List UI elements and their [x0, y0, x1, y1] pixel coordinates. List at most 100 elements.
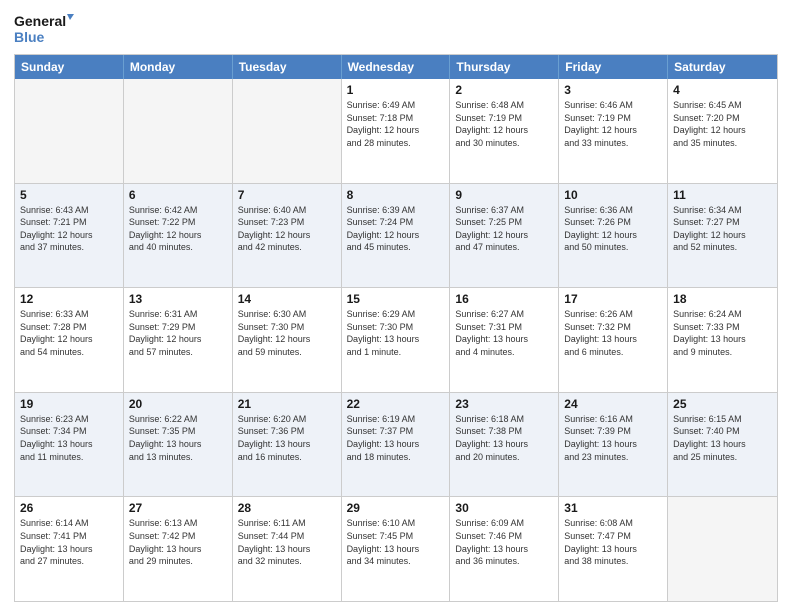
calendar-week-1: 1 Sunrise: 6:49 AM Sunset: 7:18 PM Daylig… — [15, 79, 777, 183]
day-info: Sunrise: 6:20 AM Sunset: 7:36 PM Dayligh… — [238, 413, 336, 463]
empty-cell — [124, 79, 233, 183]
day-info: Sunrise: 6:24 AM Sunset: 7:33 PM Dayligh… — [673, 308, 772, 358]
header: General Blue — [14, 10, 778, 48]
day-number: 13 — [129, 292, 227, 306]
day-number: 18 — [673, 292, 772, 306]
day-info: Sunrise: 6:42 AM Sunset: 7:22 PM Dayligh… — [129, 204, 227, 254]
day-info: Sunrise: 6:43 AM Sunset: 7:21 PM Dayligh… — [20, 204, 118, 254]
day-info: Sunrise: 6:31 AM Sunset: 7:29 PM Dayligh… — [129, 308, 227, 358]
day-number: 15 — [347, 292, 445, 306]
day-cell-29: 29 Sunrise: 6:10 AM Sunset: 7:45 PM Dayli… — [342, 497, 451, 601]
day-info: Sunrise: 6:45 AM Sunset: 7:20 PM Dayligh… — [673, 99, 772, 149]
day-number: 20 — [129, 397, 227, 411]
calendar-header-row: SundayMondayTuesdayWednesdayThursdayFrid… — [15, 55, 777, 79]
day-number: 31 — [564, 501, 662, 515]
day-cell-2: 2Sunrise: 6:48 AM Sunset: 7:19 PM Daylig… — [450, 79, 559, 183]
page: General Blue SundayMondayTuesdayWednesda… — [0, 0, 792, 612]
day-cell-21: 21 Sunrise: 6:20 AM Sunset: 7:36 PM Dayli… — [233, 393, 342, 497]
day-cell-25: 25 Sunrise: 6:15 AM Sunset: 7:40 PM Dayli… — [668, 393, 777, 497]
day-info: Sunrise: 6:39 AM Sunset: 7:24 PM Dayligh… — [347, 204, 445, 254]
day-info: Sunrise: 6:23 AM Sunset: 7:34 PM Dayligh… — [20, 413, 118, 463]
empty-cell — [15, 79, 124, 183]
calendar-week-5: 26Sunrise: 6:14 AM Sunset: 7:41 PM Dayli… — [15, 496, 777, 601]
day-header-wednesday: Wednesday — [342, 55, 451, 79]
day-cell-15: 15Sunrise: 6:29 AM Sunset: 7:30 PM Dayli… — [342, 288, 451, 392]
day-number: 23 — [455, 397, 553, 411]
empty-cell — [233, 79, 342, 183]
day-cell-6: 6Sunrise: 6:42 AM Sunset: 7:22 PM Daylig… — [124, 184, 233, 288]
day-number: 7 — [238, 188, 336, 202]
day-number: 24 — [564, 397, 662, 411]
day-info: Sunrise: 6:40 AM Sunset: 7:23 PM Dayligh… — [238, 204, 336, 254]
day-info: Sunrise: 6:26 AM Sunset: 7:32 PM Dayligh… — [564, 308, 662, 358]
day-info: Sunrise: 6:16 AM Sunset: 7:39 PM Dayligh… — [564, 413, 662, 463]
day-cell-13: 13 Sunrise: 6:31 AM Sunset: 7:29 PM Dayli… — [124, 288, 233, 392]
day-cell-19: 19 Sunrise: 6:23 AM Sunset: 7:34 PM Dayli… — [15, 393, 124, 497]
day-header-saturday: Saturday — [668, 55, 777, 79]
day-info: Sunrise: 6:15 AM Sunset: 7:40 PM Dayligh… — [673, 413, 772, 463]
day-number: 8 — [347, 188, 445, 202]
day-cell-24: 24 Sunrise: 6:16 AM Sunset: 7:39 PM Dayli… — [559, 393, 668, 497]
day-header-sunday: Sunday — [15, 55, 124, 79]
day-number: 26 — [20, 501, 118, 515]
day-number: 1 — [347, 83, 445, 97]
day-info: Sunrise: 6:27 AM Sunset: 7:31 PM Dayligh… — [455, 308, 553, 358]
day-cell-18: 18 Sunrise: 6:24 AM Sunset: 7:33 PM Dayli… — [668, 288, 777, 392]
day-info: Sunrise: 6:34 AM Sunset: 7:27 PM Dayligh… — [673, 204, 772, 254]
day-cell-20: 20 Sunrise: 6:22 AM Sunset: 7:35 PM Dayli… — [124, 393, 233, 497]
empty-cell — [668, 497, 777, 601]
day-info: Sunrise: 6:49 AM Sunset: 7:18 PM Dayligh… — [347, 99, 445, 149]
day-number: 25 — [673, 397, 772, 411]
day-number: 4 — [673, 83, 772, 97]
day-number: 19 — [20, 397, 118, 411]
day-cell-23: 23 Sunrise: 6:18 AM Sunset: 7:38 PM Dayli… — [450, 393, 559, 497]
day-cell-22: 22Sunrise: 6:19 AM Sunset: 7:37 PM Dayli… — [342, 393, 451, 497]
day-number: 10 — [564, 188, 662, 202]
day-cell-1: 1 Sunrise: 6:49 AM Sunset: 7:18 PM Daylig… — [342, 79, 451, 183]
day-number: 5 — [20, 188, 118, 202]
day-cell-5: 5 Sunrise: 6:43 AM Sunset: 7:21 PM Daylig… — [15, 184, 124, 288]
day-info: Sunrise: 6:22 AM Sunset: 7:35 PM Dayligh… — [129, 413, 227, 463]
day-number: 30 — [455, 501, 553, 515]
day-number: 3 — [564, 83, 662, 97]
day-number: 29 — [347, 501, 445, 515]
day-cell-16: 16 Sunrise: 6:27 AM Sunset: 7:31 PM Dayli… — [450, 288, 559, 392]
day-number: 27 — [129, 501, 227, 515]
svg-text:General: General — [14, 13, 66, 29]
day-number: 11 — [673, 188, 772, 202]
calendar-body: 1 Sunrise: 6:49 AM Sunset: 7:18 PM Daylig… — [15, 79, 777, 601]
day-info: Sunrise: 6:08 AM Sunset: 7:47 PM Dayligh… — [564, 517, 662, 567]
day-cell-14: 14Sunrise: 6:30 AM Sunset: 7:30 PM Dayli… — [233, 288, 342, 392]
day-cell-31: 31 Sunrise: 6:08 AM Sunset: 7:47 PM Dayli… — [559, 497, 668, 601]
day-info: Sunrise: 6:19 AM Sunset: 7:37 PM Dayligh… — [347, 413, 445, 463]
day-number: 16 — [455, 292, 553, 306]
day-info: Sunrise: 6:09 AM Sunset: 7:46 PM Dayligh… — [455, 517, 553, 567]
day-cell-28: 28Sunrise: 6:11 AM Sunset: 7:44 PM Dayli… — [233, 497, 342, 601]
day-cell-12: 12 Sunrise: 6:33 AM Sunset: 7:28 PM Dayli… — [15, 288, 124, 392]
day-number: 12 — [20, 292, 118, 306]
day-number: 28 — [238, 501, 336, 515]
day-header-thursday: Thursday — [450, 55, 559, 79]
day-header-monday: Monday — [124, 55, 233, 79]
calendar: SundayMondayTuesdayWednesdayThursdayFrid… — [14, 54, 778, 602]
day-cell-7: 7 Sunrise: 6:40 AM Sunset: 7:23 PM Daylig… — [233, 184, 342, 288]
day-cell-27: 27Sunrise: 6:13 AM Sunset: 7:42 PM Dayli… — [124, 497, 233, 601]
day-number: 2 — [455, 83, 553, 97]
day-info: Sunrise: 6:33 AM Sunset: 7:28 PM Dayligh… — [20, 308, 118, 358]
logo: General Blue — [14, 10, 74, 48]
calendar-week-3: 12 Sunrise: 6:33 AM Sunset: 7:28 PM Dayli… — [15, 287, 777, 392]
day-info: Sunrise: 6:10 AM Sunset: 7:45 PM Dayligh… — [347, 517, 445, 567]
day-cell-4: 4 Sunrise: 6:45 AM Sunset: 7:20 PM Daylig… — [668, 79, 777, 183]
day-cell-30: 30 Sunrise: 6:09 AM Sunset: 7:46 PM Dayli… — [450, 497, 559, 601]
day-cell-26: 26Sunrise: 6:14 AM Sunset: 7:41 PM Dayli… — [15, 497, 124, 601]
calendar-week-2: 5 Sunrise: 6:43 AM Sunset: 7:21 PM Daylig… — [15, 183, 777, 288]
day-info: Sunrise: 6:30 AM Sunset: 7:30 PM Dayligh… — [238, 308, 336, 358]
day-number: 21 — [238, 397, 336, 411]
day-cell-8: 8 Sunrise: 6:39 AM Sunset: 7:24 PM Daylig… — [342, 184, 451, 288]
svg-text:Blue: Blue — [14, 29, 45, 45]
day-header-friday: Friday — [559, 55, 668, 79]
day-info: Sunrise: 6:18 AM Sunset: 7:38 PM Dayligh… — [455, 413, 553, 463]
day-cell-11: 11 Sunrise: 6:34 AM Sunset: 7:27 PM Dayli… — [668, 184, 777, 288]
day-info: Sunrise: 6:36 AM Sunset: 7:26 PM Dayligh… — [564, 204, 662, 254]
day-cell-9: 9Sunrise: 6:37 AM Sunset: 7:25 PM Daylig… — [450, 184, 559, 288]
